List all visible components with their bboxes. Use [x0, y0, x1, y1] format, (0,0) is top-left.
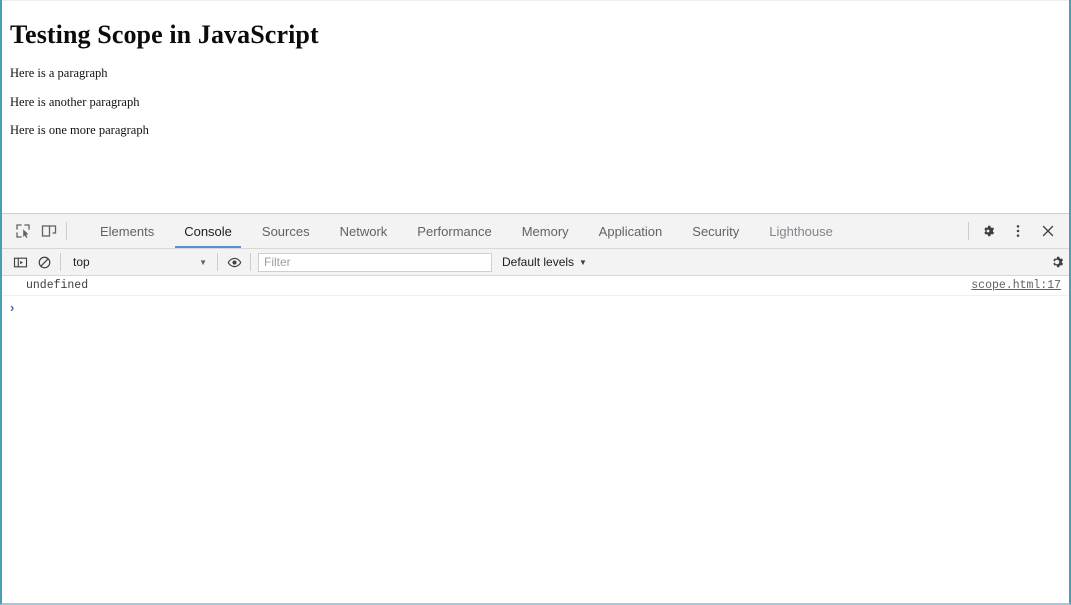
tab-console-label: Console	[184, 223, 232, 239]
inspect-element-icon[interactable]	[10, 218, 36, 244]
tab-memory[interactable]: Memory	[507, 214, 584, 248]
tab-memory-label: Memory	[521, 223, 569, 239]
tab-network-label: Network	[339, 223, 388, 239]
console-toolbar-separator-3	[250, 253, 251, 271]
device-toolbar-icon[interactable]	[36, 218, 62, 244]
tab-lighthouse[interactable]: Lighthouse	[754, 214, 848, 248]
toolbar-separator-right	[968, 222, 969, 240]
devtools-tabstrip: Elements Console Sources Network Perform…	[2, 214, 1069, 249]
console-prompt-row[interactable]: ›	[2, 296, 1069, 318]
console-source-link[interactable]: scope.html:17	[971, 279, 1061, 292]
clear-console-icon[interactable]	[32, 251, 56, 273]
close-devtools-icon[interactable]	[1033, 218, 1063, 244]
browser-window: Testing Scope in JavaScript Here is a pa…	[0, 0, 1071, 605]
console-message-list[interactable]: undefined scope.html:17 ›	[2, 276, 1069, 603]
tab-elements[interactable]: Elements	[85, 214, 169, 248]
toolbar-separator	[66, 222, 67, 240]
page-paragraph-1: Here is a paragraph	[10, 66, 108, 81]
tab-performance[interactable]: Performance	[402, 214, 506, 248]
page-paragraph-3: Here is one more paragraph	[10, 123, 149, 138]
chevron-down-icon: ▼	[579, 257, 587, 267]
execution-context-value: top	[73, 255, 90, 269]
more-options-icon[interactable]	[1003, 218, 1033, 244]
tab-lighthouse-label: Lighthouse	[769, 223, 833, 239]
tab-network[interactable]: Network	[325, 214, 403, 248]
tab-sources-label: Sources	[261, 223, 310, 239]
execution-context-select[interactable]: top ▼	[65, 252, 213, 273]
console-message-text: undefined	[26, 279, 89, 292]
console-settings-gear-icon[interactable]	[1045, 251, 1069, 273]
webpage-viewport: Testing Scope in JavaScript Here is a pa…	[2, 0, 1069, 213]
devtools-left-icon-group	[2, 214, 77, 248]
filter-input[interactable]	[258, 252, 492, 272]
tab-security[interactable]: Security	[677, 214, 754, 248]
console-prompt-caret-icon: ›	[10, 299, 15, 315]
eye-icon[interactable]	[222, 251, 246, 273]
log-levels-select[interactable]: Default levels ▼	[502, 255, 587, 269]
tab-application[interactable]: Application	[584, 214, 678, 248]
tab-elements-label: Elements	[100, 223, 155, 239]
tab-performance-label: Performance	[417, 223, 492, 239]
console-toolbar-separator-2	[217, 253, 218, 271]
tab-application-label: Application	[598, 223, 663, 239]
tab-console[interactable]: Console	[169, 214, 247, 248]
settings-gear-icon[interactable]	[973, 218, 1003, 244]
console-toolbar: top ▼ Default levels ▼	[2, 249, 1069, 276]
devtools-tab-list: Elements Console Sources Network Perform…	[77, 214, 964, 248]
console-message-row[interactable]: undefined scope.html:17	[2, 276, 1069, 296]
console-sidebar-icon[interactable]	[8, 251, 32, 273]
page-paragraph-2: Here is another paragraph	[10, 94, 140, 109]
log-levels-label: Default levels	[502, 255, 575, 269]
page-title: Testing Scope in JavaScript	[10, 20, 319, 49]
tab-security-label: Security	[692, 223, 740, 239]
devtools-panel: Elements Console Sources Network Perform…	[2, 213, 1069, 603]
chevron-down-icon: ▼	[199, 257, 207, 267]
tab-sources[interactable]: Sources	[247, 214, 325, 248]
console-prompt-input[interactable]	[20, 300, 1061, 314]
console-toolbar-separator-1	[60, 253, 61, 271]
devtools-right-icon-group	[964, 214, 1069, 248]
